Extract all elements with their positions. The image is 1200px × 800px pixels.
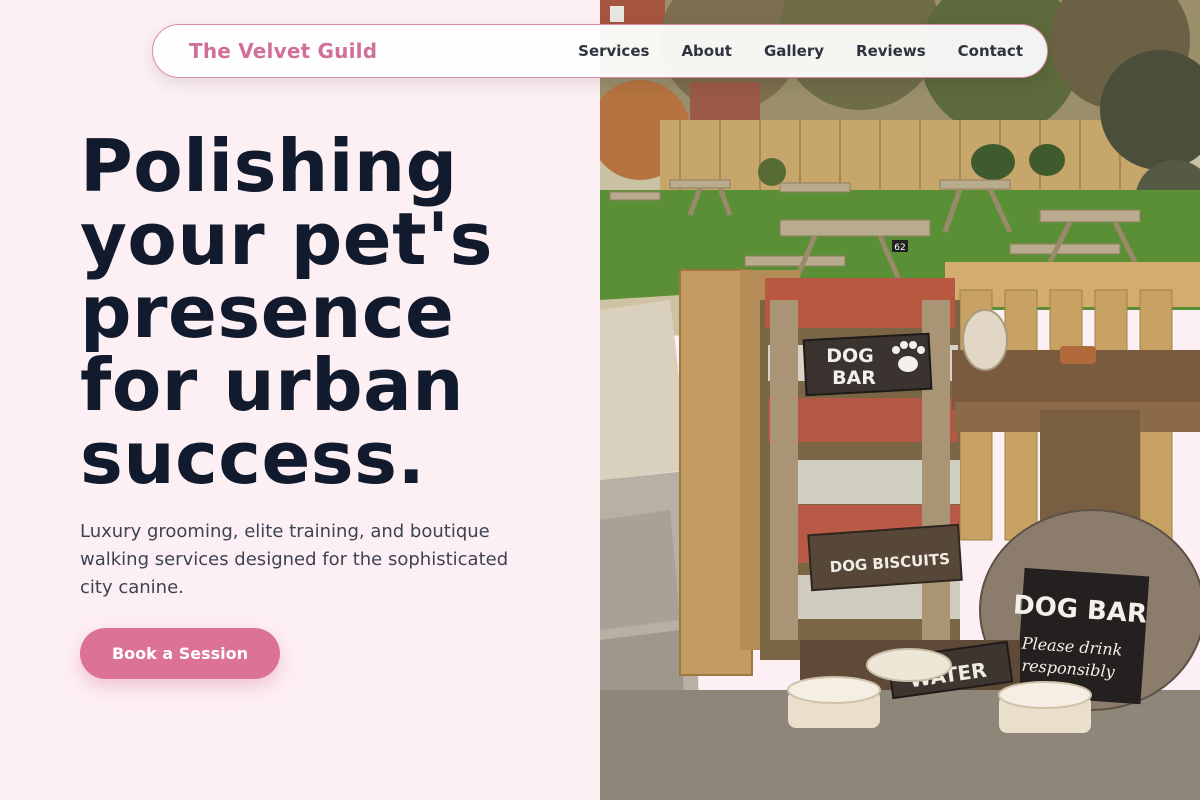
hero-photo: 62 DOG BAR DOG BISCUITS DOG BAR Please d… bbox=[600, 0, 1200, 800]
nav-link-reviews[interactable]: Reviews bbox=[856, 42, 926, 60]
dog-bar-sign-line1: DOG bbox=[826, 345, 874, 367]
nav-link-services[interactable]: Services bbox=[578, 42, 649, 60]
nav-link-about[interactable]: About bbox=[681, 42, 732, 60]
water-bowl-left bbox=[787, 676, 881, 728]
water-bowl-right bbox=[998, 681, 1092, 733]
brand-logo[interactable]: The Velvet Guild bbox=[189, 39, 377, 63]
hero-left-panel: Polishing your pet's presence for urban … bbox=[0, 0, 600, 800]
dog-bar-photo: 62 DOG BAR DOG BISCUITS DOG BAR Please d… bbox=[600, 0, 1200, 800]
nav-link-contact[interactable]: Contact bbox=[958, 42, 1023, 60]
nav-links: Services About Gallery Reviews Contact bbox=[546, 42, 1023, 60]
book-session-button[interactable]: Book a Session bbox=[80, 628, 280, 679]
table-number-label: 62 bbox=[894, 243, 905, 253]
nav-link-gallery[interactable]: Gallery bbox=[764, 42, 824, 60]
top-nav: The Velvet Guild Services About Gallery … bbox=[152, 24, 1048, 78]
hero-subtitle: Luxury grooming, elite training, and bou… bbox=[80, 521, 509, 598]
hero-title: Polishing your pet's presence for urban … bbox=[80, 124, 493, 500]
dog-bar-sign-line2: BAR bbox=[832, 367, 876, 389]
